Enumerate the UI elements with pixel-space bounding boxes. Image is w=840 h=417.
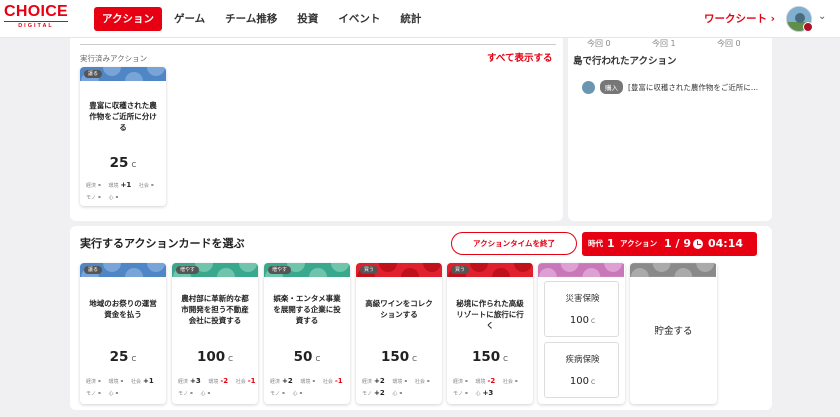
card-stats-row-2: モノ - 心- [86,389,119,397]
card-cost: 50 C [293,349,321,365]
card-name: 秘境に作られた高級リゾートに旅行に行く [456,299,524,330]
card-stats-row-2: モノ +2 心- [362,389,403,397]
card-stats-row-1: 経済 +3 環境 -2 社会 -1 [178,377,256,385]
insurance-cost: 100 C [569,315,596,326]
card-name: 娯楽・エンタメ事業を展開する企業に投資する [273,294,341,325]
clock-icon [693,239,703,249]
card-name: 高級ワインをコレクションする [365,299,433,319]
nav-team-history[interactable]: チーム推移 [217,7,285,31]
era-status-bar: 時代 1 アクション 1 / 9 04:14 [582,232,757,256]
action-card[interactable]: 増やす 娯楽・エンタメ事業を展開する企業に投資する 50 C 経済 +2 環境 - 社… [264,263,350,404]
worksheet-label: ワークシート [704,13,767,25]
today-count-3: 今回 0 [717,39,741,48]
chevron-down-icon[interactable]: ⌄ [818,11,826,22]
island-actions-title: 島で行われたアクション [573,56,677,67]
card-stats-row-2: モノ - 心 +3 [453,389,494,397]
card-stats-row-1: 経済 +2 環境 - 社会 - [362,377,430,385]
card-category-chip: 増やす [176,266,200,274]
nav-game[interactable]: ゲーム [166,7,213,31]
card-cost-value: 25 [109,155,129,171]
card-stats-row-1: 経済 +2 環境 - 社会 -1 [270,377,343,385]
nav-event[interactable]: イベント [330,7,388,31]
action-progress: 1 / 9 [664,237,691,250]
worksheet-link[interactable]: ワークシート › [704,11,775,26]
card-category-chip: 買う [360,266,379,274]
illness-insurance-button[interactable]: 疾病保険 100 C [544,342,619,398]
insurance-card: 災害保険 100 C 疾病保険 100 C [538,263,625,404]
executed-actions-label: 実行済みアクション [80,54,148,63]
show-all-link[interactable]: すべて表示する [487,50,552,64]
card-category-chip: 増やす [268,266,292,274]
timer: 04:14 [708,237,744,250]
card-stats-row-1: 経済 - 環境 +1 社会 - [86,181,154,189]
logo-text: CHOICE [4,3,69,20]
app-header: CHOICE DIGITAL アクション ゲーム チーム推移 投資 イベント 統… [0,0,840,38]
card-stats-row-1: 経済 - 環境 -2 社会 - [453,377,518,385]
island-action-item[interactable]: 購入 [豊富に収穫された農作物をご近所に... [582,80,758,94]
card-pattern [538,263,624,277]
action-card[interactable]: 買う 秘境に作られた高級リゾートに旅行に行く 150 C 経済 - 環境 -2 社会 -… [447,263,533,404]
insurance-cost: 100 C [569,376,596,387]
card-category-chip: 譲る [84,70,103,78]
card-pattern [630,263,716,277]
action-card[interactable]: 増やす 農村部に革新的な都市開発を担う不動産会社に投資する 100 C 経済 +3 … [172,263,258,404]
card-category-chip: 譲る [84,266,103,274]
end-action-time-button[interactable]: アクションタイムを終了 [451,232,577,255]
card-name: 豊富に収穫された農作物をご近所に分ける [89,101,157,132]
card-cost: 25 C [109,349,137,365]
nav-investment[interactable]: 投資 [289,7,326,31]
disaster-insurance-button[interactable]: 災害保険 100 C [544,281,619,337]
card-cost: 25 C [80,155,166,171]
action-card[interactable]: 買う 高級ワインをコレクションする 150 C 経済 +2 環境 - 社会 - モノ +2… [356,263,442,404]
today-count-1: 今回 0 [587,39,611,48]
main-nav: アクション ゲーム チーム推移 投資 イベント 統計 [94,7,433,31]
nav-statistics[interactable]: 統計 [392,7,429,31]
era-label: 時代 [588,239,603,248]
card-name: 農村部に革新的な都市開発を担う不動産会社に投資する [181,294,249,325]
action-type-chip: 購入 [600,80,623,94]
logo-subtext: DIGITAL [4,21,68,29]
action-card[interactable]: 譲る 地域のお祭りの運営資金を払う 25 C 経済 - 環境 - 社会 +1 モノ - 心… [80,263,166,404]
savings-label: 貯金する [654,326,693,337]
card-stats-row-1: 経済 - 環境 - 社会 +1 [86,377,154,385]
card-stats-row-2: モノ - 心- [86,193,119,201]
card-cost: 100 C [196,349,234,365]
card-stats-row-2: モノ - 心- [270,389,303,397]
avatar-badge-icon [803,22,813,32]
today-count-2: 今回 1 [652,39,676,48]
card-cost: 150 C [380,349,418,365]
savings-card[interactable]: 貯金する [630,263,717,404]
divider [80,44,556,45]
card-name: 地域のお祭りの運営資金を払う [89,299,157,319]
nav-action[interactable]: アクション [94,7,162,31]
card-stats-row-2: モノ - 心- [178,389,211,397]
executed-action-card[interactable]: 譲る 豊富に収穫された農作物をご近所に分ける 25 C 経済 - 環境 +1 社会 - … [80,67,166,206]
card-cost: 150 C [471,349,509,365]
island-action-text: [豊富に収穫された農作物をご近所に... [628,82,759,92]
choose-action-title: 実行するアクションカードを選ぶ [80,237,245,250]
action-label: アクション [620,239,658,248]
avatar [582,80,595,94]
era-value: 1 [607,237,615,250]
card-cost-unit: C [131,161,137,169]
insurance-label: 疾病保険 [565,355,600,365]
card-category-chip: 買う [451,266,470,274]
chevron-right-icon: › [770,13,775,25]
choice-logo[interactable]: CHOICE DIGITAL [4,4,76,32]
insurance-label: 災害保険 [565,294,600,304]
